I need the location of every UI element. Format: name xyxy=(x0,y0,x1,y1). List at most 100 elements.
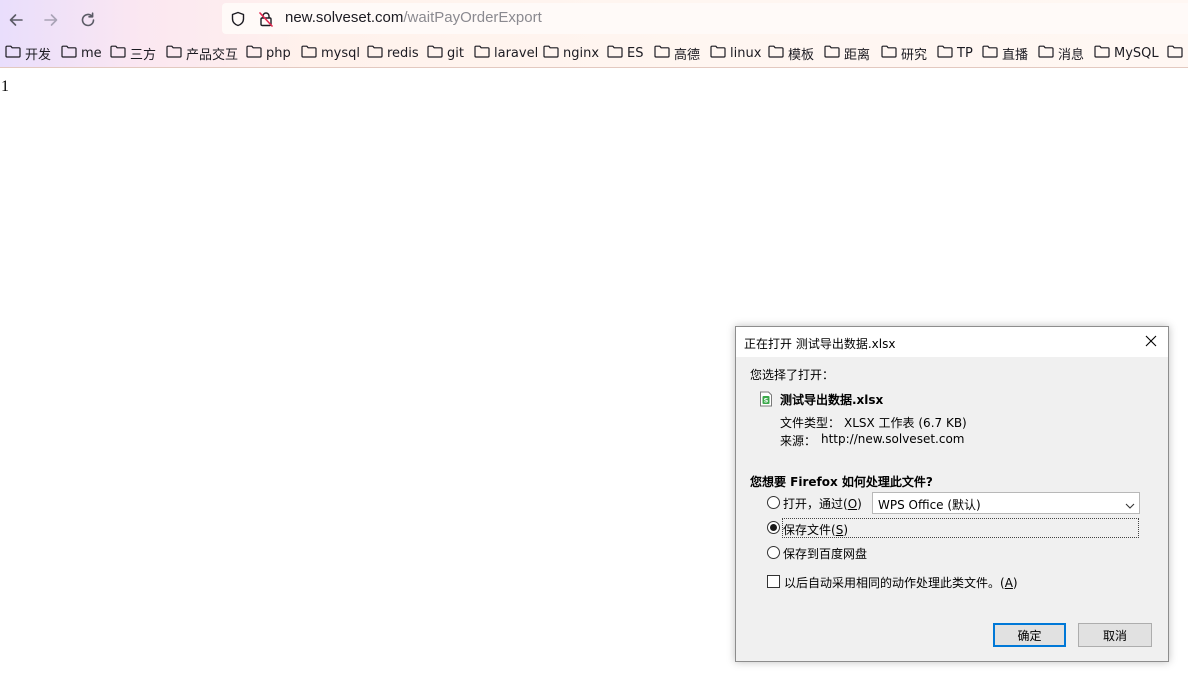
open-with-app-select[interactable]: WPS Office (默认) xyxy=(872,492,1140,514)
save-to-baidu-label[interactable]: 保存到百度网盘 xyxy=(783,545,867,562)
folder-icon xyxy=(367,45,387,62)
folder-icon xyxy=(881,45,901,62)
folder-icon xyxy=(937,45,957,62)
bookmark-folder[interactable]: me xyxy=(61,41,102,65)
save-file-label-tail: ) xyxy=(843,523,848,537)
reload-icon xyxy=(79,11,97,29)
save-to-baidu-radio[interactable] xyxy=(767,546,780,559)
chevron-down-icon xyxy=(1125,499,1135,513)
bookmark-folder[interactable]: 研究 xyxy=(881,41,927,65)
close-icon xyxy=(1145,335,1157,350)
forward-button[interactable] xyxy=(38,7,64,33)
bookmark-label: me xyxy=(81,45,102,61)
folder-icon xyxy=(246,45,266,62)
remember-accesskey: A xyxy=(1004,576,1013,590)
ok-button[interactable]: 确定 xyxy=(993,623,1066,647)
url-text[interactable]: new.solveset.com/waitPayOrderExport xyxy=(285,9,542,26)
remember-choice-checkbox[interactable] xyxy=(767,575,780,588)
bookmark-folder[interactable]: 高德 xyxy=(654,41,700,65)
open-with-label-tail: ) xyxy=(857,497,862,511)
page-body-text: 1 xyxy=(1,78,9,95)
folder-icon xyxy=(607,45,627,62)
remember-label-tail: ) xyxy=(1012,576,1018,590)
file-type-label: 文件类型： xyxy=(780,416,841,430)
folder-icon xyxy=(543,45,563,62)
bookmark-folder[interactable]: 消息 xyxy=(1038,41,1084,65)
bookmark-label: MySQL xyxy=(1114,45,1159,61)
folder-icon xyxy=(1167,45,1187,62)
dialog-titlebar[interactable]: 正在打开 测试导出数据.xlsx xyxy=(736,327,1168,357)
file-source-label: 来源： xyxy=(780,434,817,448)
shield-icon[interactable] xyxy=(230,11,246,31)
folder-icon xyxy=(110,45,130,62)
bookmark-folder[interactable]: git xyxy=(427,41,464,65)
bookmark-folder[interactable]: 模板 xyxy=(768,41,814,65)
bookmark-label: linux xyxy=(730,45,762,61)
bookmark-label: git xyxy=(447,45,464,61)
insecure-lock-icon[interactable] xyxy=(258,11,274,31)
bookmarks-toolbar: 开发 me 三方 产品交互 php mysql redis git laravel nginx ES… xyxy=(0,41,1188,65)
folder-icon xyxy=(427,45,447,62)
bookmark-label: redis xyxy=(387,45,419,61)
bookmark-folder[interactable]: php xyxy=(246,41,291,65)
bookmark-label: 开发 xyxy=(25,47,52,63)
bookmark-folder[interactable]: 距离 xyxy=(824,41,870,65)
arrow-left-icon xyxy=(7,11,25,29)
address-bar[interactable]: new.solveset.com/waitPayOrderExport xyxy=(222,3,1188,34)
bookmark-label: 高德 xyxy=(674,47,701,63)
bookmark-folder[interactable]: nginx xyxy=(543,41,599,65)
bookmark-folder[interactable]: mysql xyxy=(301,41,360,65)
remember-label-text: 以后自动采用相同的动作处理此类文件。( xyxy=(784,576,1005,590)
bookmark-folder[interactable]: 产品交互 xyxy=(166,41,238,65)
open-with-accesskey: O xyxy=(847,497,858,511)
bookmark-label: 三方 xyxy=(130,47,157,63)
folder-icon xyxy=(166,45,186,62)
remember-choice-label[interactable]: 以后自动采用相同的动作处理此类文件。(A) xyxy=(784,574,1018,591)
folder-icon xyxy=(982,45,1002,62)
bookmark-label: php xyxy=(266,45,291,61)
open-with-label[interactable]: 打开，通过(O) xyxy=(783,495,862,512)
bookmark-folder[interactable]: redis xyxy=(367,41,419,65)
bookmark-folder[interactable]: TP xyxy=(937,41,973,65)
back-button[interactable] xyxy=(3,7,29,33)
bookmark-label: ES xyxy=(627,45,644,61)
bookmark-folder[interactable]: 三方 xyxy=(110,41,156,65)
folder-icon xyxy=(710,45,730,62)
cancel-button[interactable]: 取消 xyxy=(1078,623,1152,647)
bookmark-folder[interactable]: ES xyxy=(607,41,643,65)
bookmark-label: 产品交互 xyxy=(186,47,239,63)
save-file-label[interactable]: 保存文件(S) xyxy=(783,521,848,538)
bookmark-folder[interactable]: linux xyxy=(710,41,761,65)
bookmark-folder[interactable]: 直播 xyxy=(982,41,1028,65)
folder-icon xyxy=(474,45,494,62)
save-file-label-text: 保存文件( xyxy=(783,523,836,537)
bookmark-label: mysql xyxy=(321,45,360,61)
dialog-title: 正在打开 测试导出数据.xlsx xyxy=(744,337,896,351)
dialog-close-button[interactable] xyxy=(1138,329,1164,355)
svg-text:S: S xyxy=(764,397,769,405)
bookmark-label: TP xyxy=(957,45,973,61)
url-path: /waitPayOrderExport xyxy=(403,9,542,26)
reload-button[interactable] xyxy=(75,7,101,33)
open-with-radio[interactable] xyxy=(767,496,780,509)
folder-icon xyxy=(768,45,788,62)
folder-icon xyxy=(5,45,25,62)
dialog-intro: 您选择了打开： xyxy=(750,368,835,382)
handling-question: 您想要 Firefox 如何处理此文件? xyxy=(750,475,933,489)
bookmark-label: 距离 xyxy=(844,47,871,63)
bookmark-folder[interactable]: laravel xyxy=(474,41,538,65)
file-type-value: XLSX 工作表 (6.7 KB) xyxy=(844,416,967,430)
bookmark-folder[interactable]: 开发 xyxy=(5,41,51,65)
browser-toolbar: new.solveset.com/waitPayOrderExport 开发 me… xyxy=(0,0,1188,68)
url-host: new.solveset.com xyxy=(285,9,404,26)
bookmark-label: laravel xyxy=(494,45,539,61)
folder-icon xyxy=(1038,45,1058,62)
bookmark-folder[interactable]: MySQL xyxy=(1094,41,1159,65)
bookmark-folder[interactable] xyxy=(1167,41,1187,65)
bookmark-label: nginx xyxy=(563,45,600,61)
file-name: 测试导出数据.xlsx xyxy=(780,393,884,407)
bookmark-label: 消息 xyxy=(1058,47,1085,63)
file-source-value: http://new.solveset.com xyxy=(821,432,965,446)
save-file-radio[interactable] xyxy=(767,521,780,534)
bookmark-label: 模板 xyxy=(788,47,815,63)
